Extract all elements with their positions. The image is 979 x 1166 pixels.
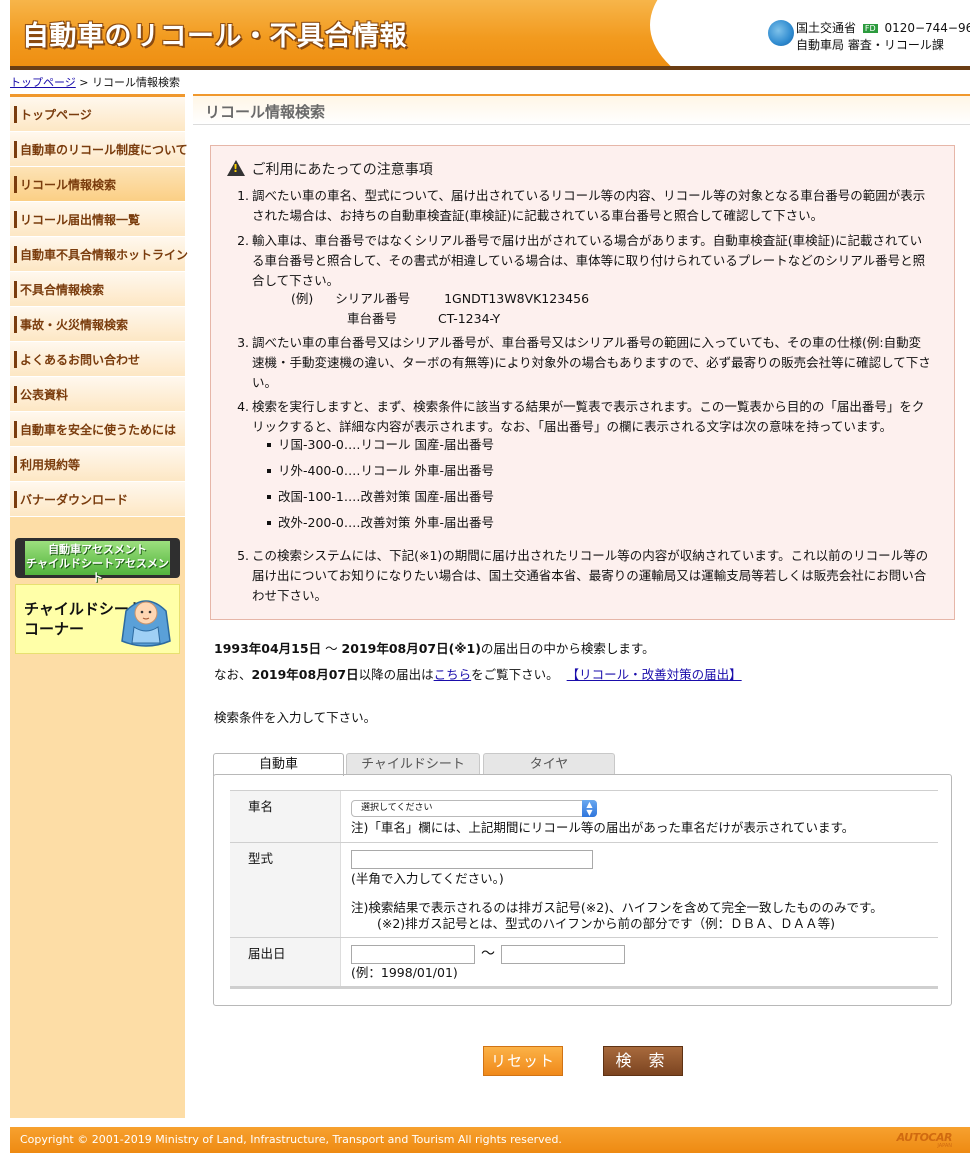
example-serial-row: (例) シリアル番号 1GNDT13W8VK123456 <box>291 291 590 306</box>
site-footer: Copyright © 2001-2019 Ministry of Land, … <box>10 1127 970 1153</box>
mlit-logo-icon[interactable] <box>768 20 794 46</box>
notice-title: ご利用にあたっての注意事項 <box>251 162 433 178</box>
breadcrumb-current: リコール情報検索 <box>92 76 180 89</box>
ministry-contact: 国土交通省 FD 0120−744−960 <box>796 19 970 36</box>
later-notice: なお、2019年08月07日以降の届出はこちらをご覧下さい。 【リコール・改善対… <box>214 667 742 682</box>
exhaust-code-note: (※2)排ガス記号とは、型式のハイフンから前の部分です（例：ＤＢＡ、ＤＡＡ等) <box>377 916 836 931</box>
model-note: 注)検索結果で表示されるのは排ガス記号(※2)、ハイフンを含めて完全一致したもの… <box>351 900 883 915</box>
sidebar-item-recall-system[interactable]: 自動車のリコール制度について <box>10 132 188 167</box>
sidebar-item-publications[interactable]: 公表資料 <box>10 377 185 412</box>
ministry-name: 国土交通省 <box>796 21 857 35</box>
notice-box: ご利用にあたっての注意事項 1. 調べたい車の車名、型式について、届け出されてい… <box>210 145 955 620</box>
list-item: リ国-300-0‥‥リコール 国産-届出番号 <box>266 435 494 455</box>
car-name-note: 注)「車名」欄には、上記期間にリコール等の届出があった車名だけが表示されています… <box>351 820 855 835</box>
search-button[interactable]: 検 索 <box>603 1046 683 1076</box>
car-name-select[interactable]: 選択してください ▲ ▼ <box>351 800 597 817</box>
model-hint: (半角で入力してください。) <box>351 871 504 886</box>
here-link[interactable]: こちら <box>434 667 472 682</box>
sidebar-item-terms[interactable]: 利用規約等 <box>10 447 185 482</box>
car-name-label: 車名 <box>230 791 341 842</box>
free-dial-icon: FD <box>862 24 878 33</box>
date-to-input[interactable] <box>500 945 625 964</box>
list-item: 改国-100-1‥‥改善対策 国産-届出番号 <box>266 487 494 507</box>
sidebar-item-accident-search[interactable]: 事故・火災情報検索 <box>10 307 185 342</box>
bureau-name: 自動車局 審査・リコール課 <box>796 38 944 52</box>
model-label: 型式 <box>230 843 341 937</box>
autocar-logo-sub: JAPAN <box>937 1143 952 1149</box>
breadcrumb-separator: > <box>75 76 92 89</box>
date-range-tilde: 〜 <box>480 946 495 962</box>
breadcrumb-home-link[interactable]: トップページ <box>10 76 76 89</box>
sidebar-item-faq[interactable]: よくあるお問い合わせ <box>10 342 185 377</box>
baby-in-seat-icon <box>121 600 171 647</box>
model-row: 型式 (半角で入力してください。) 注)検索結果で表示されるのは排ガス記号(※2… <box>230 843 938 938</box>
model-input[interactable] <box>351 850 593 869</box>
reset-button[interactable]: リセット <box>483 1046 563 1076</box>
date-row: 届出日 〜 (例：1998/01/01) <box>230 938 938 987</box>
sidebar-item-top[interactable]: トップページ <box>10 97 185 132</box>
site-title[interactable]: 自動車のリコール・不具合情報 <box>22 14 407 53</box>
list-item: リ外-400-0‥‥リコール 外車-届出番号 <box>266 461 494 481</box>
car-name-row: 車名 選択してください ▲ ▼ 注)「車名」欄には、上記期間にリコール等の届出があ… <box>230 791 938 843</box>
assessment-banner-line1: 自動車アセスメント <box>48 543 147 556</box>
sidebar-item-banner-download[interactable]: バナーダウンロード <box>10 482 185 517</box>
select-arrows-icon: ▲ ▼ <box>582 800 597 817</box>
tab-tire[interactable]: タイヤ <box>483 753 615 775</box>
search-form: 車名 選択してください ▲ ▼ 注)「車名」欄には、上記期間にリコール等の届出があ… <box>230 790 938 987</box>
search-panel: 車名 選択してください ▲ ▼ 注)「車名」欄には、上記期間にリコール等の届出があ… <box>213 774 952 1006</box>
search-period: 1993年04月15日 ～ 2019年08月07日(※1)の届出日の中から検索し… <box>214 641 655 656</box>
assessment-banner-line2: チャイルドシートアセスメント <box>26 557 169 584</box>
sidebar-item-safety[interactable]: 自動車を安全に使うためには <box>10 412 185 447</box>
recall-notification-link[interactable]: 【リコール・改善対策の届出】 <box>567 667 742 682</box>
date-from-input[interactable] <box>351 945 475 964</box>
warning-icon <box>227 160 245 176</box>
page-title: リコール情報検索 <box>193 94 970 124</box>
period-start: 1993年04月15日 <box>214 641 322 656</box>
copyright-text: Copyright © 2001-2019 Ministry of Land, … <box>20 1133 562 1146</box>
child-seat-banner[interactable]: チャイルドシート コーナー <box>15 584 180 654</box>
enter-conditions-text: 検索条件を入力して下さい。 <box>214 710 377 725</box>
tab-car[interactable]: 自動車 <box>213 753 344 776</box>
list-item: 改外-200-0‥‥改善対策 外車-届出番号 <box>266 513 494 533</box>
assessment-banner[interactable]: 自動車アセスメント チャイルドシートアセスメント <box>15 538 180 584</box>
site-header: 自動車のリコール・不具合情報 国土交通省 FD 0120−744−960 自動車… <box>10 0 970 70</box>
sidebar-item-recall-search[interactable]: リコール情報検索 <box>10 167 185 202</box>
sidebar-item-defect-search[interactable]: 不具合情報検索 <box>10 272 185 307</box>
date-label: 届出日 <box>230 938 341 986</box>
sidebar-item-hotline[interactable]: 自動車不具合情報ホットライン <box>10 237 188 272</box>
period-end: 2019年08月07日(※1) <box>341 641 481 656</box>
date-example: (例：1998/01/01) <box>351 965 458 980</box>
breadcrumb: トップページ > リコール情報検索 <box>10 74 180 90</box>
main-content: リコール情報検索 ご利用にあたっての注意事項 1. 調べたい車の車名、型式につい… <box>193 94 970 1076</box>
sidebar-item-recall-list[interactable]: リコール届出情報一覧 <box>10 202 185 237</box>
sidebar: トップページ 自動車のリコール制度について リコール情報検索 リコール届出情報一… <box>10 94 188 1118</box>
example-chassis-row: 車台番号 CT-1234-Y <box>347 311 501 326</box>
tab-child-seat[interactable]: チャイルドシート <box>346 753 480 775</box>
phone-number: 0120−744−960 <box>884 21 970 35</box>
